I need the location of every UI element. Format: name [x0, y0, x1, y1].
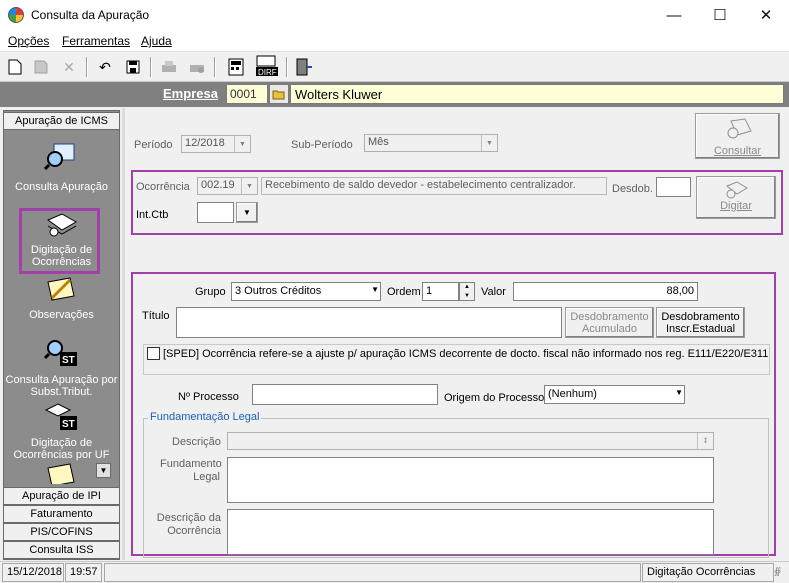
- status-mode: Digitação Ocorrências: [642, 563, 774, 582]
- new-document-icon[interactable]: [4, 56, 26, 78]
- chevron-down-icon: ▼: [675, 388, 683, 397]
- fundamento-label: Fundamento Legal: [160, 458, 222, 483]
- desc-ocorrencia-field[interactable]: [227, 509, 714, 555]
- print-icon[interactable]: [158, 56, 180, 78]
- exit-door-icon[interactable]: [292, 56, 314, 78]
- grupo-label: Grupo: [195, 286, 226, 298]
- descricao-select[interactable]: ↧: [227, 432, 714, 450]
- nav-header-faturamento[interactable]: Faturamento: [3, 505, 120, 523]
- download-arrow-icon: ↧: [697, 433, 713, 449]
- nav-header-pis-cofins[interactable]: PIS/COFINS: [3, 523, 120, 541]
- chevron-down-icon: ▼: [234, 136, 250, 152]
- empresa-label: Empresa: [163, 86, 218, 101]
- nav-item-observacoes[interactable]: Observações: [3, 309, 120, 321]
- periodo-select[interactable]: 12/2018 ▼: [181, 135, 251, 153]
- empresa-code-field[interactable]: 0001: [226, 84, 268, 104]
- origem-label: Origem do Processo: [444, 392, 545, 404]
- origem-select[interactable]: (Nenhum) ▼: [544, 385, 685, 404]
- menu-opcoes[interactable]: Opções: [8, 34, 49, 48]
- delete-icon[interactable]: ✕: [58, 56, 80, 78]
- nav-header-consulta-iss[interactable]: Consulta ISS: [3, 541, 120, 559]
- subperiodo-select[interactable]: Mês ▼: [364, 134, 498, 152]
- nav-item-digitacao-ocorrencias-uf[interactable]: Digitação de Ocorrências por UF: [3, 437, 120, 461]
- maximize-button[interactable]: ☐: [697, 0, 743, 30]
- edit-icon[interactable]: [30, 56, 52, 78]
- window-title: Consulta da Apuração: [31, 8, 150, 22]
- subperiodo-label: Sub-Período: [291, 139, 353, 151]
- sped-label: [SPED] Ocorrência refere-se a ajuste p/ …: [163, 348, 769, 360]
- valor-field[interactable]: 88,00: [513, 282, 698, 301]
- undo-icon[interactable]: ↶: [94, 56, 116, 78]
- chevron-down-icon: ▼: [481, 135, 497, 151]
- minimize-button[interactable]: —: [651, 0, 697, 30]
- open-folder-button[interactable]: [269, 84, 289, 104]
- chevron-down-icon: ▼: [371, 285, 379, 294]
- periodo-label: Período: [134, 139, 173, 151]
- resize-grip-icon[interactable]: ∯: [774, 566, 787, 581]
- svg-text:ST: ST: [62, 355, 75, 366]
- valor-label: Valor: [481, 286, 506, 298]
- nav-header-apuracao-icms[interactable]: Apuração de ICMS: [3, 112, 120, 130]
- svg-text:DIRF: DIRF: [258, 68, 277, 77]
- status-time: 19:57: [65, 563, 102, 582]
- magnifier-st-icon[interactable]: ST: [43, 338, 78, 366]
- menu-ferramentas[interactable]: Ferramentas: [62, 34, 130, 48]
- splitter[interactable]: [122, 108, 125, 560]
- magnifier-document-icon[interactable]: [43, 142, 78, 171]
- nav-selection-highlight: [19, 208, 100, 274]
- consultar-icon: [727, 118, 752, 139]
- desdobramento-inscr-estadual-button[interactable]: Desdobramento Inscr.Estadual: [656, 307, 745, 338]
- titulo-label: Título: [142, 310, 170, 322]
- nav-scroll-down-button[interactable]: ▼: [96, 463, 111, 478]
- desc-ocorrencia-label: Descrição da Ocorrência: [156, 512, 221, 537]
- menu-ajuda[interactable]: Ajuda: [141, 34, 172, 48]
- intctb-field[interactable]: [197, 202, 234, 223]
- descricao-label: Descrição: [172, 436, 221, 448]
- print-preview-icon[interactable]: [186, 56, 208, 78]
- ordem-field[interactable]: 1: [422, 282, 459, 301]
- sped-checkbox[interactable]: [147, 347, 160, 360]
- ocorrencia-code-select[interactable]: 002.19 ▼: [197, 177, 258, 195]
- intctb-label: Int.Ctb: [136, 209, 169, 221]
- close-button[interactable]: ✕: [743, 0, 789, 30]
- intctb-dropdown-button[interactable]: ▼: [236, 202, 258, 223]
- desdobramento-acumulado-button[interactable]: Desdobramento Acumulado: [565, 307, 654, 338]
- calculator-icon[interactable]: [226, 56, 248, 78]
- titulo-field[interactable]: [176, 307, 562, 338]
- fundamentacao-group-label: Fundamentação Legal: [148, 411, 262, 423]
- nprocesso-label: Nº Processo: [178, 391, 239, 403]
- grupo-select[interactable]: 3 Outros Créditos ▼: [231, 282, 381, 301]
- ordem-stepper[interactable]: ▲ ▼: [459, 282, 475, 301]
- empresa-name-field: Wolters Kluwer: [290, 84, 784, 104]
- ocorrencia-label: Ocorrência: [136, 181, 190, 193]
- consultar-button[interactable]: Consultar: [695, 113, 780, 159]
- digitar-icon: [726, 181, 748, 199]
- desdob-field[interactable]: [656, 177, 691, 197]
- digitar-button[interactable]: Digitar: [696, 176, 776, 219]
- fundamento-field[interactable]: [227, 457, 714, 503]
- svg-text:ST: ST: [62, 419, 75, 430]
- nav-item-consulta-apuracao[interactable]: Consulta Apuração: [3, 181, 120, 193]
- nav-header-apuracao-ipi[interactable]: Apuração de IPI: [3, 487, 120, 505]
- notepad-pencil-icon[interactable]: [44, 276, 78, 304]
- chevron-down-icon: ▼: [243, 208, 251, 217]
- save-icon[interactable]: [122, 56, 144, 78]
- dirf-icon[interactable]: DIRF: [254, 55, 280, 77]
- ocorrencia-description: Recebimento de saldo devedor - estabelec…: [261, 177, 607, 195]
- status-date: 15/12/2018: [2, 563, 64, 582]
- folder-open-icon: [272, 90, 285, 100]
- toolbar: [0, 52, 789, 82]
- status-message: [104, 563, 641, 582]
- notepad-uf-icon[interactable]: [44, 462, 78, 484]
- chevron-down-icon: ▼: [241, 178, 257, 194]
- desdob-label: Desdob.: [612, 183, 653, 195]
- app-icon: [8, 7, 24, 23]
- nprocesso-field[interactable]: [252, 384, 438, 405]
- ordem-label: Ordem: [387, 286, 421, 298]
- nav-item-consulta-apuracao-st[interactable]: Consulta Apuração por Subst.Tribut.: [3, 374, 120, 398]
- typing-st-icon[interactable]: ST: [44, 402, 78, 430]
